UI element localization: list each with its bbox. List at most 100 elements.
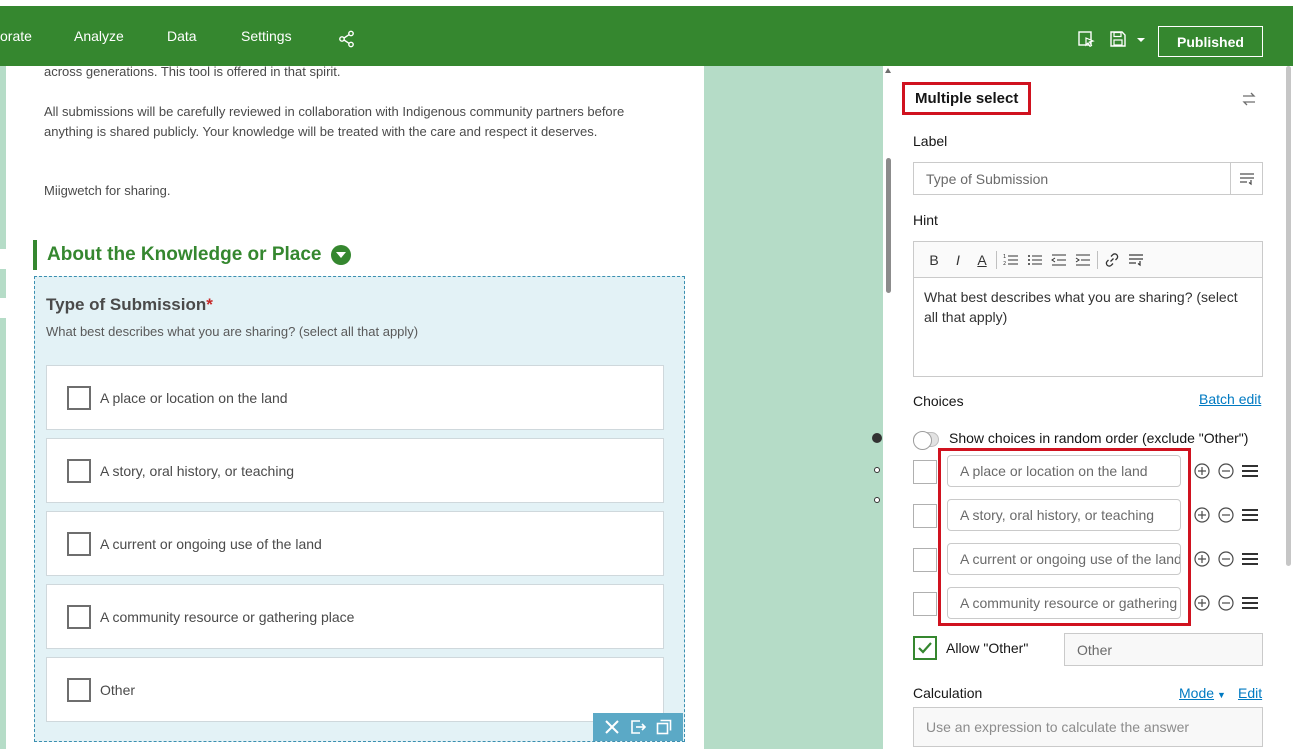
checkbox[interactable] (67, 458, 91, 483)
remove-circle-icon[interactable] (1217, 506, 1235, 524)
choice-option[interactable]: A community resource or gathering place (46, 584, 664, 649)
toolbar-divider (1097, 250, 1098, 269)
allow-other-label: Allow "Other" (946, 640, 1029, 656)
drag-dot (874, 467, 880, 473)
panel-scrollbar[interactable] (883, 66, 893, 749)
toolbar-divider (996, 250, 997, 269)
checkbox[interactable] (67, 604, 91, 629)
random-order-toggle[interactable] (913, 431, 939, 450)
italic-button[interactable]: I (946, 252, 970, 268)
text-format-icon[interactable] (1124, 251, 1148, 269)
hint-toolbar: B I A 12 (914, 242, 1262, 278)
default-choice-checkbox[interactable] (913, 504, 937, 528)
choice-option[interactable]: Other (46, 657, 664, 722)
nav-analyze[interactable]: Analyze (74, 28, 124, 44)
allow-other-checkbox[interactable] (913, 636, 937, 660)
choices-highlight-box (938, 448, 1191, 626)
link-icon[interactable] (1100, 251, 1124, 269)
nav-settings[interactable]: Settings (241, 28, 292, 44)
question-toolbar (593, 713, 683, 741)
drag-handle-icon[interactable] (1241, 462, 1259, 480)
choices-heading: Choices (913, 393, 964, 409)
hint-heading: Hint (913, 212, 938, 228)
scroll-up-icon[interactable] (885, 68, 891, 73)
drag-handle-icon[interactable] (1241, 594, 1259, 612)
form-canvas: across generations. This tool is offered… (6, 66, 704, 749)
add-circle-icon[interactable] (1193, 550, 1211, 568)
duplicate-icon[interactable] (655, 718, 673, 736)
drag-handle-icon[interactable] (1241, 550, 1259, 568)
checkbox[interactable] (67, 677, 91, 702)
drag-handle-icon[interactable] (1241, 506, 1259, 524)
add-circle-icon[interactable] (1193, 506, 1211, 524)
hint-editor[interactable]: B I A 12 What best describes what you ar… (913, 241, 1263, 377)
calculation-input[interactable]: Use an expression to calculate the answe… (913, 707, 1263, 747)
choice-row-actions (1193, 594, 1259, 612)
label-format-button[interactable] (1230, 162, 1263, 195)
remove-circle-icon[interactable] (1217, 550, 1235, 568)
published-button[interactable]: Published (1158, 26, 1263, 57)
choice-option[interactable]: A current or ongoing use of the land (46, 511, 664, 576)
chevron-down-icon[interactable] (331, 245, 352, 265)
bold-button[interactable]: B (922, 252, 946, 268)
label-heading: Label (913, 133, 948, 149)
nav-collaborate[interactable]: orate (0, 28, 32, 44)
intro-text: Miigwetch for sharing. (44, 183, 171, 198)
calculation-heading: Calculation (913, 685, 983, 701)
preview-icon[interactable] (1077, 30, 1095, 48)
add-circle-icon[interactable] (1193, 462, 1211, 480)
choice-row-actions (1193, 462, 1259, 480)
question-title: Type of Submission* (46, 295, 213, 314)
question-card[interactable]: Type of Submission* What best describes … (34, 276, 685, 742)
drag-dot (874, 497, 880, 503)
choice-row-actions (1193, 506, 1259, 524)
bullet-list-icon[interactable] (1023, 251, 1047, 269)
panel-title: Multiple select (902, 82, 1032, 115)
indent-icon[interactable] (1071, 251, 1095, 269)
swap-icon[interactable] (1241, 91, 1257, 107)
ordered-list-icon[interactable]: 12 (999, 251, 1023, 269)
random-order-label: Show choices in random order (exclude "O… (949, 430, 1249, 446)
move-out-icon[interactable] (629, 718, 647, 736)
required-mark: * (206, 295, 213, 314)
batch-edit-link[interactable]: Batch edit (1199, 391, 1261, 407)
checkbox[interactable] (67, 385, 91, 410)
default-choice-checkbox[interactable] (913, 592, 937, 616)
question-hint: What best describes what you are sharing… (46, 324, 419, 339)
section-title: About the Knowledge or Place (47, 244, 322, 265)
page-scrollbar[interactable] (1283, 66, 1293, 749)
other-label-input[interactable]: Other (1064, 633, 1263, 666)
choice-label: A current or ongoing use of the land (100, 535, 322, 552)
check-icon (918, 642, 932, 654)
intro-text: across generations. This tool is offered… (44, 66, 341, 79)
checkbox[interactable] (67, 531, 91, 556)
nav-data[interactable]: Data (167, 28, 197, 44)
section-header[interactable]: About the Knowledge or Place (33, 240, 352, 270)
svg-text:2: 2 (1003, 261, 1006, 267)
choice-option[interactable]: A story, oral history, or teaching (46, 438, 664, 503)
close-icon[interactable] (603, 718, 621, 736)
caret-down-icon[interactable] (1134, 30, 1148, 48)
scroll-thumb[interactable] (886, 158, 891, 293)
share-icon[interactable] (338, 30, 356, 48)
default-choice-checkbox[interactable] (913, 548, 937, 572)
save-icon[interactable] (1109, 30, 1127, 48)
canvas-gap (704, 66, 883, 749)
top-app-bar: orate Analyze Data Settings Published (0, 6, 1293, 66)
add-circle-icon[interactable] (1193, 594, 1211, 612)
choice-option[interactable]: A place or location on the land (46, 365, 664, 430)
remove-circle-icon[interactable] (1217, 462, 1235, 480)
choice-label: A story, oral history, or teaching (100, 462, 295, 479)
drag-dot (872, 433, 882, 443)
scroll-thumb[interactable] (1286, 66, 1291, 566)
hint-text[interactable]: What best describes what you are sharing… (914, 278, 1262, 336)
choice-row-actions (1193, 550, 1259, 568)
outdent-icon[interactable] (1047, 251, 1071, 269)
text-format-icon (1239, 172, 1254, 185)
font-color-button[interactable]: A (970, 252, 994, 268)
remove-circle-icon[interactable] (1217, 594, 1235, 612)
label-input[interactable]: Type of Submission (913, 162, 1231, 195)
default-choice-checkbox[interactable] (913, 460, 937, 484)
mode-dropdown[interactable]: Mode ▼ (1179, 685, 1226, 701)
edit-link[interactable]: Edit (1238, 685, 1262, 701)
